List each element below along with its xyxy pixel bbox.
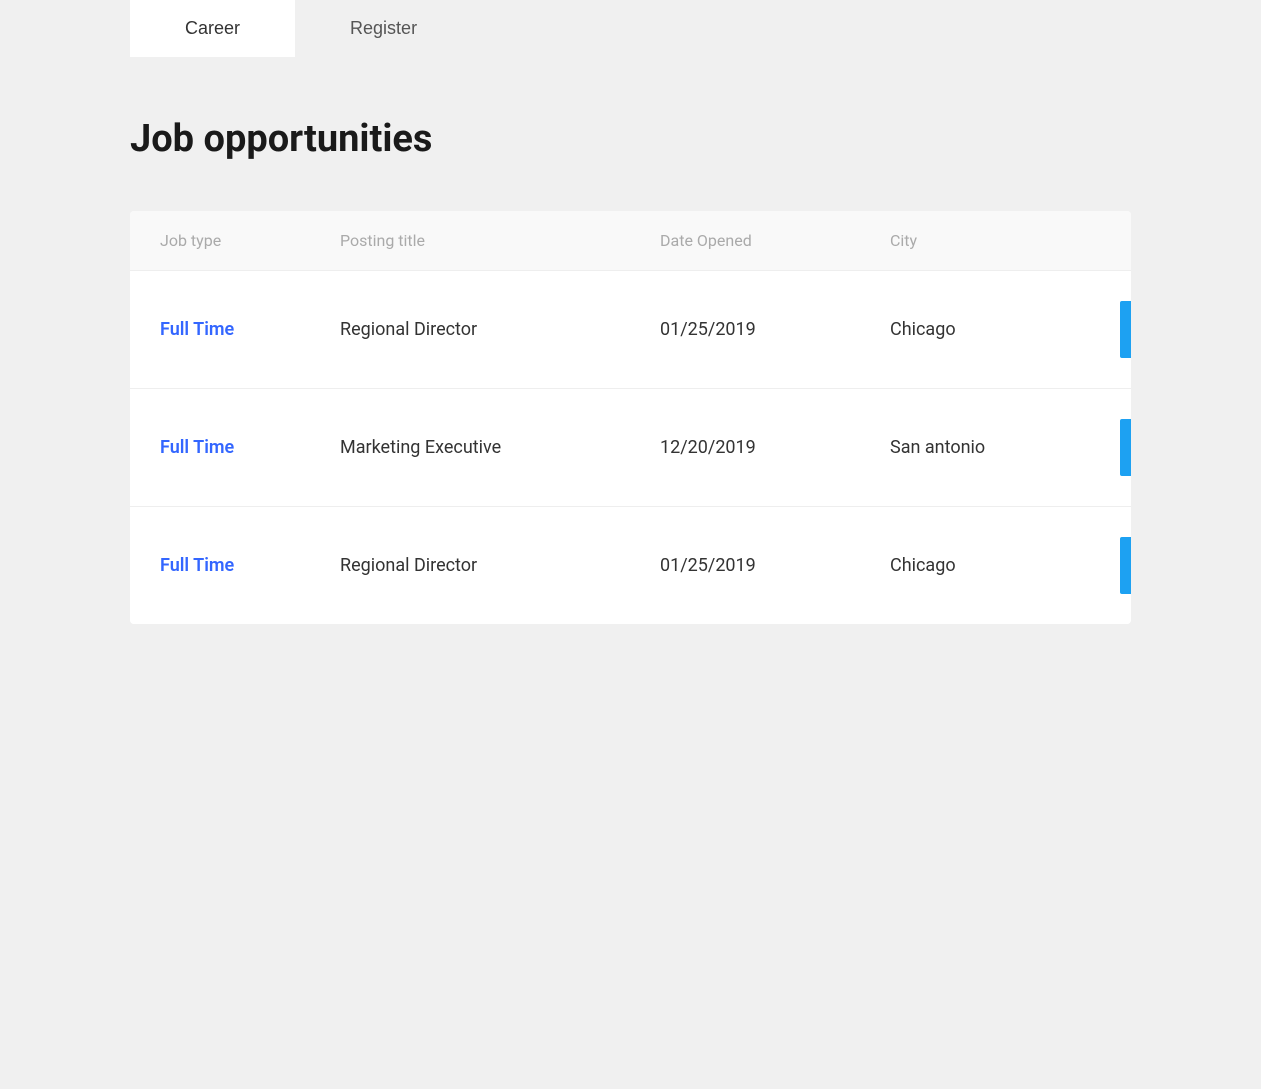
tab-register[interactable]: Register <box>295 0 472 57</box>
apply-button-3[interactable]: Apply <box>1120 537 1131 594</box>
job-type-3: Full Time <box>160 555 340 576</box>
city-3: Chicago <box>890 555 1120 576</box>
posting-title-2: Marketing Executive <box>340 437 660 458</box>
page-title: Job opportunities <box>130 117 1131 161</box>
date-opened-3: 01/25/2019 <box>660 555 890 576</box>
table-header: Job type Posting title Date Opened City <box>130 211 1131 270</box>
job-type-1: Full Time <box>160 319 340 340</box>
date-opened-2: 12/20/2019 <box>660 437 890 458</box>
apply-button-1[interactable]: Apply <box>1120 301 1131 358</box>
tabs-container: Career Register <box>130 0 1261 57</box>
header-city: City <box>890 231 1120 250</box>
table-row: Full Time Regional Director 01/25/2019 C… <box>130 270 1131 388</box>
job-table: Job type Posting title Date Opened City … <box>130 211 1131 624</box>
apply-button-2[interactable]: Apply <box>1120 419 1131 476</box>
tab-career[interactable]: Career <box>130 0 295 57</box>
header-date-opened: Date Opened <box>660 231 890 250</box>
posting-title-1: Regional Director <box>340 319 660 340</box>
city-1: Chicago <box>890 319 1120 340</box>
header-job-type: Job type <box>160 231 340 250</box>
date-opened-1: 01/25/2019 <box>660 319 890 340</box>
posting-title-3: Regional Director <box>340 555 660 576</box>
table-row: Full Time Regional Director 01/25/2019 C… <box>130 506 1131 624</box>
main-content: Job opportunities Job type Posting title… <box>0 57 1261 684</box>
header-posting-title: Posting title <box>340 231 660 250</box>
table-row: Full Time Marketing Executive 12/20/2019… <box>130 388 1131 506</box>
job-type-2: Full Time <box>160 437 340 458</box>
city-2: San antonio <box>890 437 1120 458</box>
